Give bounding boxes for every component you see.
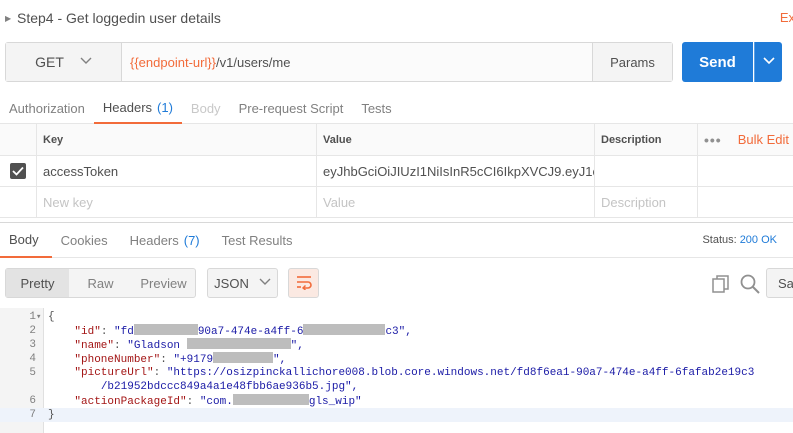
format-select[interactable]: JSON [207,268,278,298]
column-key: Key [37,124,317,155]
header-value-input[interactable]: eyJhbGciOiJIUzI1NiIsInR5cCI6IkpXVCJ9.eyJ… [317,156,595,186]
table-header-row: Key Value Description ••• Bulk Edit [0,124,793,156]
code-line: /b21952bdccc849a4a1e48fbb6ae936b5.jpg", [100,381,359,393]
url-bar: GET {{endpoint-url}}/v1/users/me Params [5,42,673,82]
response-tabs: Body Cookies Headers (7) Test Results Sta… [0,222,793,258]
status-label: Status: [702,234,737,246]
view-raw-button[interactable]: Raw [69,269,132,297]
wrap-lines-button[interactable] [288,268,319,298]
header-key-input[interactable]: accessToken [37,156,317,186]
bulk-edit-link[interactable]: Bulk Edit [738,132,789,147]
redacted-text [232,394,309,405]
tab-pre-request-script[interactable]: Pre-request Script [230,92,353,124]
send-options-button[interactable] [754,42,782,82]
redacted-text [133,324,198,335]
fold-arrow-icon[interactable]: ▾ [36,310,41,324]
column-description: Description [595,124,698,155]
code-line: 7 } [0,408,793,422]
header-description-input[interactable] [595,156,698,186]
view-mode-group: Pretty Raw Preview [5,268,196,298]
url-variable: {{endpoint-url}} [130,54,217,70]
tab-cookies[interactable]: Cookies [52,223,121,258]
examples-link[interactable]: Ex [780,10,793,25]
tab-test-results[interactable]: Test Results [213,223,306,258]
tab-body[interactable]: Body [182,92,230,124]
code-line: 1 ▾ { [29,310,55,324]
url-input[interactable]: {{endpoint-url}}/v1/users/me [122,43,592,81]
response-headers-count: (7) [183,233,200,248]
table-row: accessToken eyJhbGciOiJIUzI1NiIsInR5cCI6… [0,156,793,187]
expand-caret-icon[interactable]: ▶ [5,14,15,23]
new-value-input[interactable]: Value [317,187,595,217]
send-button[interactable]: Send [682,42,753,82]
column-value: Value [317,124,595,155]
view-pretty-button[interactable]: Pretty [6,269,69,297]
headers-count: (1) [157,99,173,115]
status-badge: 200 OK [739,234,777,246]
code-line: 2 "id": "fd 90a7-474e-a4ff-6 c3", [29,324,412,338]
code-line: 4 "phoneNumber": "+9179 ", [29,352,287,366]
request-title-row[interactable]: ▶ Step4 - Get loggedin user details Ex [0,0,793,36]
request-tabs: Authorization Headers (1) Body Pre-reques… [0,92,793,124]
method-select[interactable]: GET [6,43,122,81]
chevron-down-icon [259,278,271,289]
new-key-input[interactable]: New key [37,187,317,217]
table-row-new: New key Value Description [0,187,793,218]
method-label: GET [35,54,64,70]
redacted-text [213,352,274,363]
url-path: /v1/users/me [216,54,291,70]
more-options-icon[interactable]: ••• [704,132,722,148]
new-description-input[interactable]: Description [595,187,698,217]
response-toolbar: Pretty Raw Preview JSON Sav [0,258,793,308]
wrap-lines-icon [295,274,313,293]
code-line: 5 "pictureUrl": "https://osizpinckallich… [29,367,755,379]
header-enabled-checkbox[interactable] [10,163,26,179]
format-label: JSON [214,275,249,291]
chevron-down-icon [80,57,92,68]
code-line: 6 "actionPackageId": "com. gls_wip" [29,394,362,408]
headers-table: Key Value Description ••• Bulk Edit acce… [0,124,793,218]
tab-authorization[interactable]: Authorization [0,92,94,124]
view-preview-button[interactable]: Preview [132,269,195,297]
response-body-editor[interactable]: 1 ▾ { 2 "id": "fd 90a7-474e-a4ff-6 c3", 3 … [0,308,793,433]
search-icon[interactable] [739,273,761,295]
save-response-button[interactable]: Sav [766,268,793,298]
tab-response-body[interactable]: Body [0,223,52,258]
redacted-text [186,338,291,349]
status-indicator: Status: 200 OK [702,234,777,246]
chevron-down-icon [762,56,775,68]
copy-icon[interactable] [710,273,732,295]
params-button[interactable]: Params [592,43,672,81]
redacted-text [303,324,386,335]
tab-tests[interactable]: Tests [352,92,400,124]
request-title: Step4 - Get loggedin user details [17,10,221,26]
tab-response-headers[interactable]: Headers (7) [121,223,213,258]
code-line: 3 "name": "Gladson ", [29,338,304,352]
tab-headers[interactable]: Headers (1) [93,92,182,124]
